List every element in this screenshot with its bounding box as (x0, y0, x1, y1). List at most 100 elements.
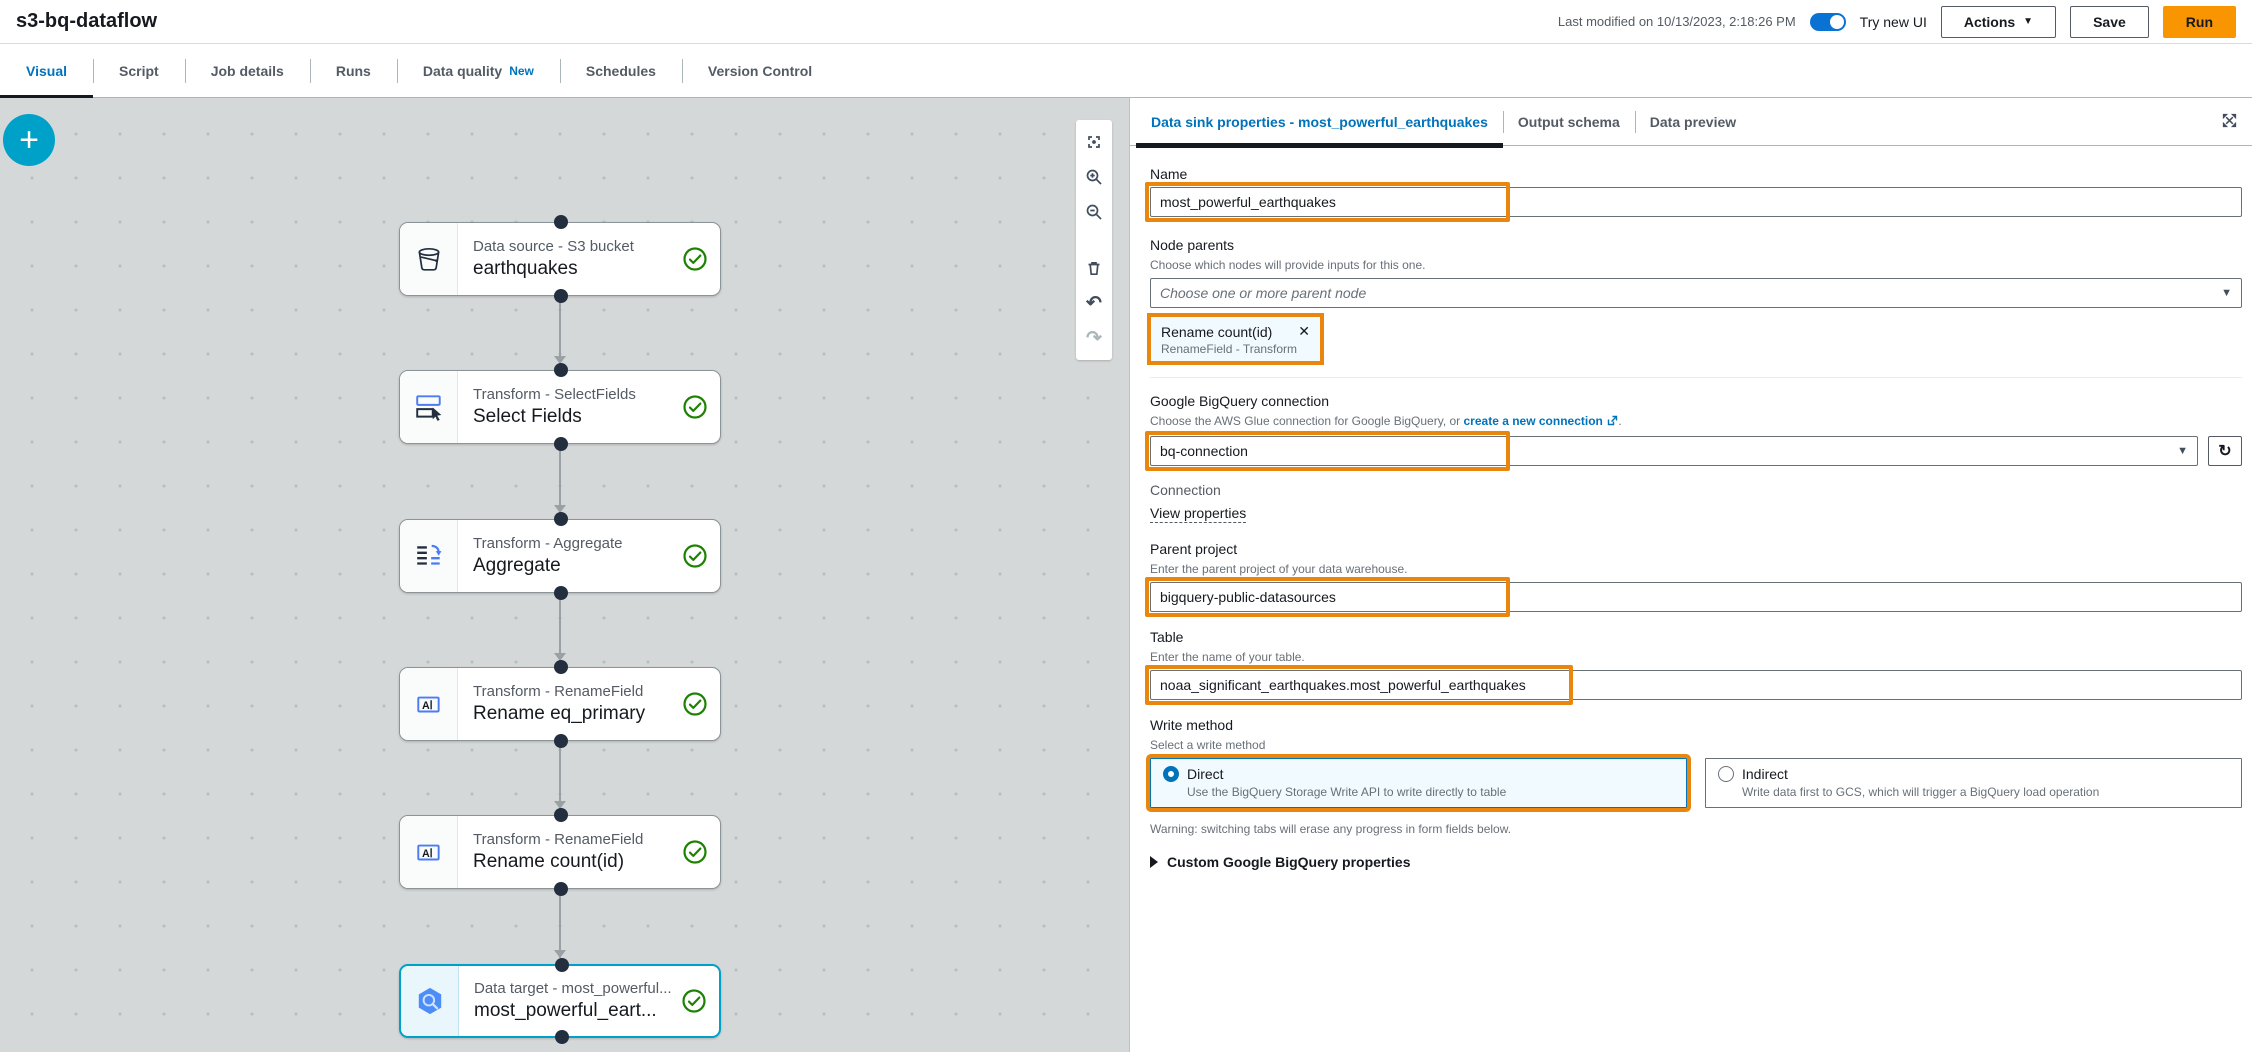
remove-parent-icon[interactable]: ✕ (1298, 323, 1310, 340)
tab-runs[interactable]: Runs (309, 44, 397, 97)
edge-connector (559, 296, 561, 364)
run-label: Run (2185, 13, 2213, 30)
edge-connector (559, 889, 561, 958)
tab-data-preview[interactable]: Data preview (1634, 98, 1751, 145)
delete-node-icon[interactable] (1080, 254, 1108, 282)
panel-tab-bar: Data sink properties - most_powerful_ear… (1130, 98, 2252, 148)
node-output-port (554, 586, 568, 600)
tab-label: Runs (335, 62, 371, 79)
tab-schedules[interactable]: Schedules (559, 44, 682, 97)
job-header: s3-bq-dataflow Last modified on 10/13/20… (0, 0, 2252, 44)
node-parents-description: Choose which nodes will provide inputs f… (1150, 258, 1426, 272)
refresh-connections-button[interactable]: ↻ (2208, 436, 2242, 466)
chevron-down-icon: ▼ (2023, 16, 2034, 27)
run-button[interactable]: Run (2162, 5, 2236, 38)
connection-label: Connection (1150, 482, 1221, 498)
node-parents-placeholder: Choose one or more parent node (1160, 285, 1367, 301)
tab-version-control[interactable]: Version Control (681, 44, 838, 97)
save-label: Save (2093, 13, 2126, 30)
zoom-in-icon[interactable] (1080, 163, 1108, 191)
panel-tab-label: Data preview (1649, 113, 1737, 130)
success-check-icon (682, 543, 708, 569)
node-icon-box: A (400, 668, 458, 740)
node-icon-box: A (400, 816, 458, 888)
node-data-source-s3[interactable]: Data source - S3 bucket earthquakes (399, 215, 721, 303)
expand-panel-icon[interactable] (2221, 112, 2238, 129)
parent-node-tag-subtitle: RenameField - Transform (1161, 342, 1298, 356)
node-parents-label: Node parents (1150, 237, 1235, 253)
parent-project-value: bigquery-public-datasources (1160, 589, 1336, 605)
write-method-option-direct[interactable]: Direct Use the BigQuery Storage Write AP… (1146, 754, 1691, 812)
node-output-port (554, 882, 568, 896)
node-name-label: Select Fields (473, 406, 582, 427)
bigquery-icon (418, 987, 441, 1015)
view-properties-link[interactable]: View properties (1150, 505, 1247, 523)
actions-button[interactable]: Actions ▼ (1940, 5, 2057, 38)
radio-unselected-icon[interactable] (1718, 766, 1734, 782)
chevron-down-icon: ▼ (2221, 287, 2232, 299)
parent-project-input[interactable]: bigquery-public-datasources (1150, 582, 2242, 612)
node-input-port (554, 808, 568, 822)
create-connection-link[interactable]: create a new connection (1464, 414, 1603, 428)
select-fields-icon (415, 395, 441, 421)
custom-bigquery-properties-expander[interactable]: Custom Google BigQuery properties (1150, 854, 2242, 870)
tab-data-sink-properties[interactable]: Data sink properties - most_powerful_ear… (1136, 98, 1503, 148)
undo-icon[interactable]: ↶ (1080, 289, 1108, 317)
section-divider (1150, 377, 2242, 378)
success-check-icon (681, 988, 707, 1014)
write-method-option-indirect[interactable]: Indirect Write data first to GCS, which … (1705, 758, 2242, 808)
node-data-target-bigquery[interactable]: Data target - most_powerful... most_powe… (399, 958, 721, 1044)
tab-data-quality[interactable]: Data quality New (396, 44, 560, 97)
description-text: . (1618, 414, 1622, 428)
tab-switch-warning: Warning: switching tabs will erase any p… (1150, 822, 1512, 836)
node-select-fields[interactable]: Transform - SelectFields Select Fields (399, 363, 721, 451)
node-input-port (555, 958, 569, 972)
visual-graph-canvas[interactable]: + ↶ ↷ Data source - S3 bucket earthquake… (0, 98, 1129, 1052)
node-name-label: Rename eq_primary (473, 703, 646, 724)
success-check-icon (682, 691, 708, 717)
tab-job-details[interactable]: Job details (184, 44, 310, 97)
tab-script[interactable]: Script (93, 44, 185, 97)
node-rename-eq-primary[interactable]: A Transform - RenameField Rename eq_prim… (399, 660, 721, 748)
properties-panel: Data sink properties - most_powerful_ear… (1129, 98, 2252, 1052)
external-link-icon (1608, 415, 1618, 426)
try-new-ui-toggle[interactable] (1809, 12, 1846, 31)
name-input[interactable]: most_powerful_earthquakes (1150, 187, 2242, 217)
zoom-out-icon[interactable] (1080, 198, 1108, 226)
table-value: noaa_significant_earthquakes.most_powerf… (1160, 677, 1526, 693)
fit-view-icon[interactable] (1080, 128, 1108, 156)
bigquery-connection-description: Choose the AWS Glue connection for Googl… (1150, 414, 2242, 428)
table-input[interactable]: noaa_significant_earthquakes.most_powerf… (1150, 670, 2242, 700)
node-parents-select[interactable]: Choose one or more parent node ▼ (1150, 278, 2242, 308)
edge-connector (559, 741, 561, 809)
node-type-label: Transform - RenameField (473, 831, 644, 848)
tab-visual[interactable]: Visual (0, 44, 93, 100)
node-rename-count-id[interactable]: A Transform - RenameField Rename count(i… (399, 808, 721, 896)
redo-icon[interactable]: ↷ (1080, 324, 1108, 352)
node-name-label: most_powerful_eart... (474, 1000, 657, 1021)
node-type-label: Transform - RenameField (473, 683, 644, 700)
node-output-port (554, 289, 568, 303)
node-type-label: Transform - SelectFields (473, 386, 636, 403)
radio-selected-icon[interactable] (1163, 766, 1179, 782)
node-icon-box (400, 223, 458, 295)
bigquery-connection-select[interactable]: bq-connection ▼ (1150, 436, 2198, 466)
chevron-down-icon: ▼ (2177, 445, 2188, 457)
save-button[interactable]: Save (2070, 5, 2149, 38)
node-icon-box (401, 966, 459, 1036)
node-aggregate[interactable]: Transform - Aggregate Aggregate (399, 512, 721, 600)
tab-label: Schedules (585, 62, 656, 79)
edge-arrow-icon (554, 950, 566, 958)
undo-glyph: ↶ (1086, 292, 1102, 314)
main-tab-bar: Visual Script Job details Runs Data qual… (0, 44, 2252, 100)
try-new-ui-label: Try new UI (1859, 13, 1927, 30)
node-icon-box (400, 520, 458, 592)
redo-glyph: ↷ (1086, 327, 1102, 349)
tab-output-schema[interactable]: Output schema (1502, 98, 1635, 145)
success-check-icon (682, 839, 708, 865)
panel-tab-label: Data sink properties - most_powerful_ear… (1151, 113, 1488, 130)
node-name-label: Aggregate (473, 555, 561, 576)
tab-label: Data quality (422, 62, 503, 79)
tab-label: Job details (210, 62, 284, 79)
add-node-button[interactable]: + (3, 114, 55, 166)
